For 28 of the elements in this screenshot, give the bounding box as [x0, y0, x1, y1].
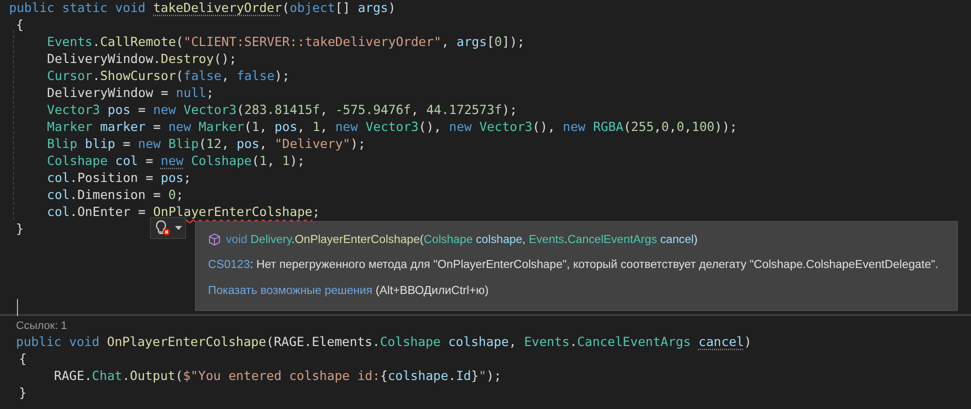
- lightbulb-error-icon: [154, 219, 172, 237]
- code-line: public void OnPlayerEnterColshape(RAGE.Elements.Colshape colshape, Events.CancelEventArgs cancel): [16, 333, 752, 350]
- error-message: CS0123: Нет перегруженного метода для "OnPlayerEnterColshape", который соответствует делегату "Colshape.ColshapeEventDelegate".: [208, 257, 938, 273]
- code-line: }: [16, 220, 24, 237]
- code-line: RAGE.Chat.Output($"You entered colshape id:{colshape.Id}");: [54, 367, 502, 384]
- code-line: col.Dimension = 0;: [47, 186, 184, 203]
- code-line: {: [19, 350, 27, 367]
- code-line: public static void takeDeliveryOrder(object[] args): [9, 0, 396, 16]
- code-line: }: [19, 384, 27, 401]
- method-signature: void Delivery.OnPlayerEnterColshape(Colshape colshape, Events.CancelEventArgs cancel): [226, 232, 698, 246]
- code-line: col.OnEnter = OnPlayerEnterColshape;: [47, 203, 320, 220]
- caret-icon: [175, 226, 182, 230]
- code-line: Blip blip = new Blip(12, pos, "Delivery");: [47, 135, 366, 152]
- code-line: Cursor.ShowCursor(false, false);: [47, 67, 290, 84]
- code-line: Colshape col = new Colshape(1, 1);: [47, 152, 305, 169]
- show-fixes-link[interactable]: Показать возможные решения: [208, 284, 372, 297]
- code-line: DeliveryWindow.Destroy();: [47, 50, 237, 67]
- code-line: DeliveryWindow = null;: [47, 84, 214, 101]
- code-line: Events.CallRemote("CLIENT:SERVER::takeDeliveryOrder", args[0]);: [47, 33, 525, 50]
- code-line: Marker marker = new Marker(1, pos, 1, new Vector3(), new Vector3(), new RGBA(255,0,0,100));: [47, 118, 738, 135]
- references-count[interactable]: Ссылок: 1: [16, 319, 68, 333]
- code-line: {: [16, 16, 24, 33]
- code-line: col.Position = pos;: [47, 169, 192, 186]
- error-code-link[interactable]: CS0123: [208, 258, 250, 271]
- code-line: Vector3 pos = new Vector3(283.81415f, -575.9476f, 44.172573f);: [47, 101, 518, 118]
- cube-icon: [208, 232, 221, 246]
- fix-hint: Показать возможные решения (Alt+ВВОДилиCtrl+ю): [208, 283, 489, 299]
- quick-actions-button[interactable]: [150, 217, 186, 239]
